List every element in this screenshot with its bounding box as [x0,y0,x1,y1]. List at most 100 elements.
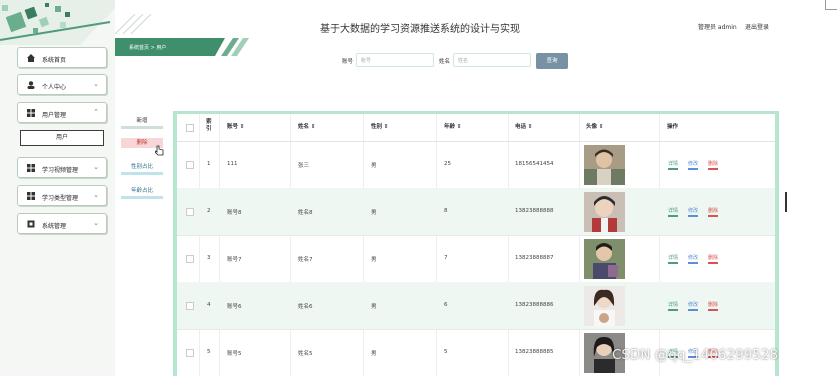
column-header[interactable]: 姓名 ⇕ [298,122,316,130]
column-header[interactable]: 年龄 ⇕ [444,122,462,130]
window-corner [825,0,837,10]
cell-age: 25 [444,161,451,167]
table-row: 4 账号6 姓名6 男 6 13823888886 详情 修改 删除 [177,282,775,330]
sidebar-item-label: 个人中心 [42,84,67,91]
sidebar-item-label: 学习类型管理 [42,195,79,202]
home-icon [27,54,35,62]
cell-phone: 13823888887 [515,255,554,261]
row-checkbox[interactable] [186,208,194,216]
cell-name: 姓名6 [298,304,313,310]
sidebar-item-label: 用户管理 [42,112,67,119]
sidebar-item-system[interactable]: 系统管理 ⌄ [17,213,107,234]
edit-link[interactable]: 修改 [688,254,699,264]
name-label: 姓名 [439,59,451,65]
detail-link[interactable]: 详情 [668,301,679,311]
delete-link[interactable]: 删除 [708,207,719,217]
user-table: 索引 账号 ⇕ 姓名 ⇕ 性别 ⇕ 年龄 ⇕ 电话 ⇕ 头像 ⇕ 操作 1 11… [173,111,779,376]
cell-name: 姓名7 [298,257,313,263]
cell-account: 111 [227,161,238,167]
cell-index: 3 [207,255,211,261]
grid-icon [27,164,35,172]
account-placeholder: 账号 [361,58,372,64]
avatar [584,239,625,279]
account-label: 账号 [342,59,354,65]
delete-link[interactable]: 删除 [708,160,719,170]
table-row: 3 账号7 姓名7 男 7 13823888887 详情 修改 删除 [177,235,775,283]
table-header: 索引 账号 ⇕ 姓名 ⇕ 性别 ⇕ 年龄 ⇕ 电话 ⇕ 头像 ⇕ 操作 [177,114,775,142]
sidebar-item-profile[interactable]: 个人中心 ⌄ [17,74,107,95]
select-all-checkbox[interactable] [186,124,194,132]
delete-link[interactable]: 删除 [708,254,719,264]
detail-link[interactable]: 详情 [668,207,679,217]
cell-age: 8 [444,208,448,214]
cell-name: 姓名5 [298,351,313,357]
sidebar-subitem-user[interactable]: 用户 [20,130,104,146]
chevron-up-icon: ⌃ [93,108,99,116]
avatar [584,192,625,232]
settings-icon [27,220,35,228]
account-input[interactable]: 账号 [356,53,434,67]
cell-gender: 男 [371,304,377,310]
grid-icon [27,192,35,200]
search-button[interactable]: 查询 [536,53,568,69]
cell-age: 5 [444,349,448,355]
cell-index: 4 [207,302,211,308]
admin-label: 管理员 admin [698,24,737,31]
name-input[interactable]: 姓名 [453,53,531,67]
row-checkbox[interactable] [186,161,194,169]
row-checkbox[interactable] [186,255,194,263]
detail-link[interactable]: 详情 [668,160,679,170]
cell-phone: 13823888888 [515,208,554,214]
sidebar-item-type[interactable]: 学习类型管理 ⌄ [17,185,107,206]
sidebar-item-label: 系统管理 [42,223,67,230]
sidebar-item-home[interactable]: 系统首页 [17,47,107,68]
sidebar-item-label: 学习视频管理 [42,167,79,174]
column-header[interactable]: 电话 ⇕ [515,122,533,130]
cell-name: 张三 [298,163,310,169]
table-row: 2 账号8 姓名8 男 8 13823888888 详情 修改 删除 [177,188,775,236]
logout-link[interactable]: 退出登录 [745,22,769,31]
cell-age: 6 [444,302,448,308]
chevron-down-icon: ⌄ [93,80,99,88]
cursor-icon [154,141,164,160]
person-icon [27,81,35,89]
cell-index: 2 [207,208,211,214]
gender-stats-button[interactable]: 性别占比 [121,162,163,175]
chevron-down-icon: ⌄ [93,219,99,227]
age-stats-button[interactable]: 年龄占比 [121,186,163,199]
table-row: 1 111 张三 男 25 18156541454 详情 修改 删除 [177,141,775,189]
add-button[interactable]: 新增 [121,116,163,129]
cell-name: 姓名8 [298,210,313,216]
sidebar-item-video[interactable]: 学习视频管理 ⌄ [17,157,107,178]
cell-age: 7 [444,255,448,261]
row-checkbox[interactable] [186,349,194,357]
edit-link[interactable]: 修改 [688,207,699,217]
name-placeholder: 姓名 [458,58,469,64]
edit-link[interactable]: 修改 [688,160,699,170]
sidebar-subitem-label: 用户 [55,134,68,141]
app-root: 系统首页 个人中心 ⌄ 用户管理 ⌃ 用户 学习视频管理 ⌄ 学习类型管理 ⌄ … [0,0,837,376]
sidebar-item-label: 系统首页 [42,57,67,64]
cell-account: 账号8 [227,210,242,216]
avatar [584,286,625,326]
scrollbar-thumb[interactable] [785,192,787,212]
logo-decoration [0,0,115,45]
cell-account: 账号6 [227,304,242,310]
row-checkbox[interactable] [186,302,194,310]
delete-link[interactable]: 删除 [708,301,719,311]
column-header[interactable]: 性别 ⇕ [371,122,389,130]
cell-index: 1 [207,161,211,167]
column-header: 索引 [206,119,212,132]
cell-gender: 男 [371,210,377,216]
sidebar-item-users[interactable]: 用户管理 ⌃ [17,102,107,123]
chevron-down-icon: ⌄ [93,191,99,199]
cell-index: 5 [207,349,211,355]
column-header[interactable]: 头像 ⇕ [586,122,604,130]
column-header[interactable]: 账号 ⇕ [227,122,245,130]
cell-gender: 男 [371,257,377,263]
detail-link[interactable]: 详情 [668,254,679,264]
chevron-down-icon: ⌄ [93,163,99,171]
column-header: 操作 [667,124,679,130]
cell-gender: 男 [371,351,377,357]
edit-link[interactable]: 修改 [688,301,699,311]
